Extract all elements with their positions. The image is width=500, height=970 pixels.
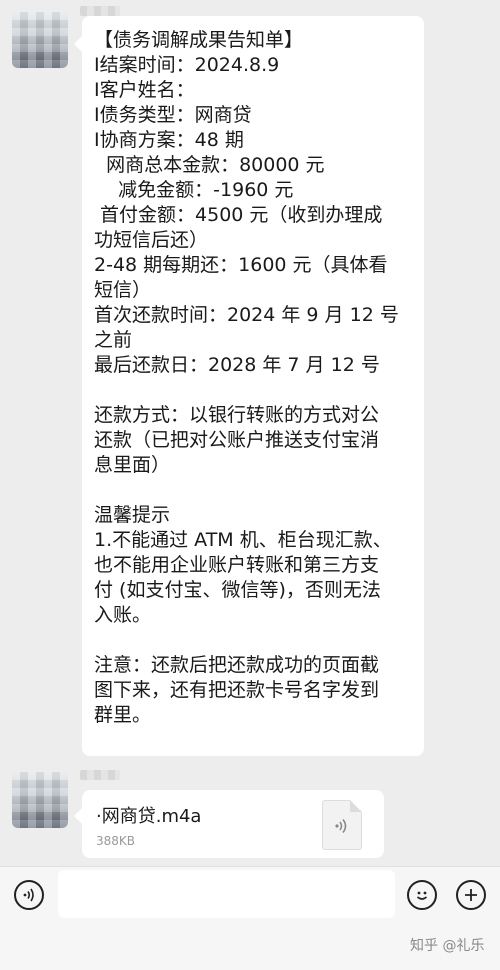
message-line: 也不能用企业账户转账和第三方支 <box>94 554 380 576</box>
audio-file-message[interactable]: ·网商贷.m4a 388KB <box>74 790 384 858</box>
sender-avatar[interactable] <box>12 12 68 68</box>
message-line: 2-48 期每期还：1600 元（具体看 <box>94 254 388 276</box>
message-line: 1.不能通过 ATM 机、柜台现汇款、 <box>94 529 392 551</box>
message-bubble[interactable]: 【债务调解成果告知单】 I结案时间：2024.8.9 I客户姓名： I债务类型：网商贷… <box>74 16 424 756</box>
message-line: 群里。 <box>94 704 152 726</box>
message-line: 短信） <box>94 279 152 301</box>
message-line: I结案时间：2024.8.9 <box>94 54 280 76</box>
message-line: 图下来，还有把还款卡号名字发到 <box>94 679 380 701</box>
message-line: 注意：还款后把还款成功的页面截 <box>94 654 380 676</box>
message-line: I客户姓名： <box>94 79 195 101</box>
message-line: 首次还款时间：2024 年 9 月 12 号 <box>94 304 399 326</box>
message-line: 减免金额：-1960 元 <box>94 179 294 201</box>
sender-avatar[interactable] <box>12 772 68 828</box>
file-size: 388KB <box>96 834 136 848</box>
message-input[interactable] <box>58 870 395 918</box>
message-line: 温馨提示 <box>94 504 171 526</box>
message-line: 还款（已把对公账户推送支付宝消 <box>94 429 380 451</box>
file-name: ·网商贷.m4a <box>96 806 202 827</box>
message-line: I协商方案：48 期 <box>94 129 244 151</box>
message-line: 付 (如支付宝、微信等)，否则无法 <box>94 579 381 601</box>
voice-icon[interactable] <box>14 880 44 910</box>
message-line: 息里面） <box>94 454 171 476</box>
message-line: 【债务调解成果告知单】 <box>94 29 304 51</box>
message-line: 之前 <box>94 329 133 351</box>
audio-file-icon <box>322 800 362 850</box>
plus-icon[interactable] <box>456 880 486 910</box>
watermark: 知乎 @礼乐 <box>410 938 485 954</box>
sender-name <box>80 6 120 16</box>
message-line: 网商总本金款：80000 元 <box>94 154 325 176</box>
message-line: 入账。 <box>94 604 152 626</box>
message-line: 还款方式：以银行转账的方式对公 <box>94 404 380 426</box>
sender-name <box>80 770 120 780</box>
message-line: 功短信后还） <box>94 229 209 251</box>
message-line: 首付金额：4500 元（收到办理成 <box>94 204 383 226</box>
message-line: 最后还款日：2028 年 7 月 12 号 <box>94 354 380 376</box>
message-text: 【债务调解成果告知单】 I结案时间：2024.8.9 I客户姓名： I债务类型：网商贷… <box>94 28 412 728</box>
message-line: I债务类型：网商贷 <box>94 104 252 126</box>
emoji-icon[interactable] <box>407 880 437 910</box>
